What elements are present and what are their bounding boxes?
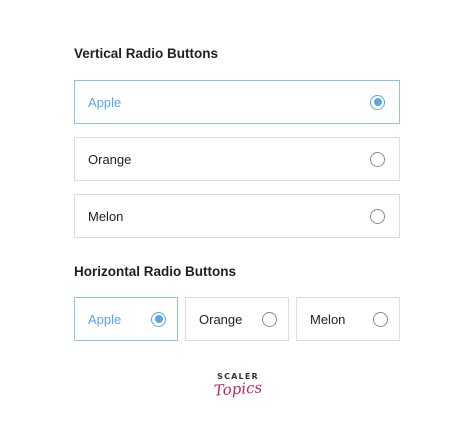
- radio-unchecked-icon[interactable]: [370, 208, 385, 224]
- option-label: Melon: [88, 208, 124, 224]
- scaler-topics-logo: SCALER Topics: [210, 372, 266, 408]
- option-label: Orange: [88, 151, 132, 167]
- vertical-section-title: Vertical Radio Buttons: [74, 46, 219, 61]
- vertical-option-apple[interactable]: Apple: [74, 80, 400, 124]
- radio-checked-icon[interactable]: [370, 94, 385, 110]
- option-label: Orange: [199, 311, 243, 327]
- horizontal-option-orange[interactable]: Orange: [185, 297, 289, 341]
- radio-unchecked-icon[interactable]: [262, 311, 277, 327]
- option-label: Apple: [88, 311, 122, 327]
- option-label: Melon: [310, 311, 346, 327]
- horizontal-option-apple[interactable]: Apple: [74, 297, 178, 341]
- option-label: Apple: [88, 94, 122, 110]
- radio-unchecked-icon[interactable]: [373, 311, 388, 327]
- vertical-option-melon[interactable]: Melon: [74, 194, 400, 238]
- radio-checked-icon[interactable]: [151, 311, 166, 327]
- radio-unchecked-icon[interactable]: [370, 151, 385, 167]
- horizontal-option-melon[interactable]: Melon: [296, 297, 400, 341]
- vertical-option-orange[interactable]: Orange: [74, 137, 400, 181]
- horizontal-section-title: Horizontal Radio Buttons: [74, 264, 236, 279]
- logo-line2: Topics: [213, 378, 263, 400]
